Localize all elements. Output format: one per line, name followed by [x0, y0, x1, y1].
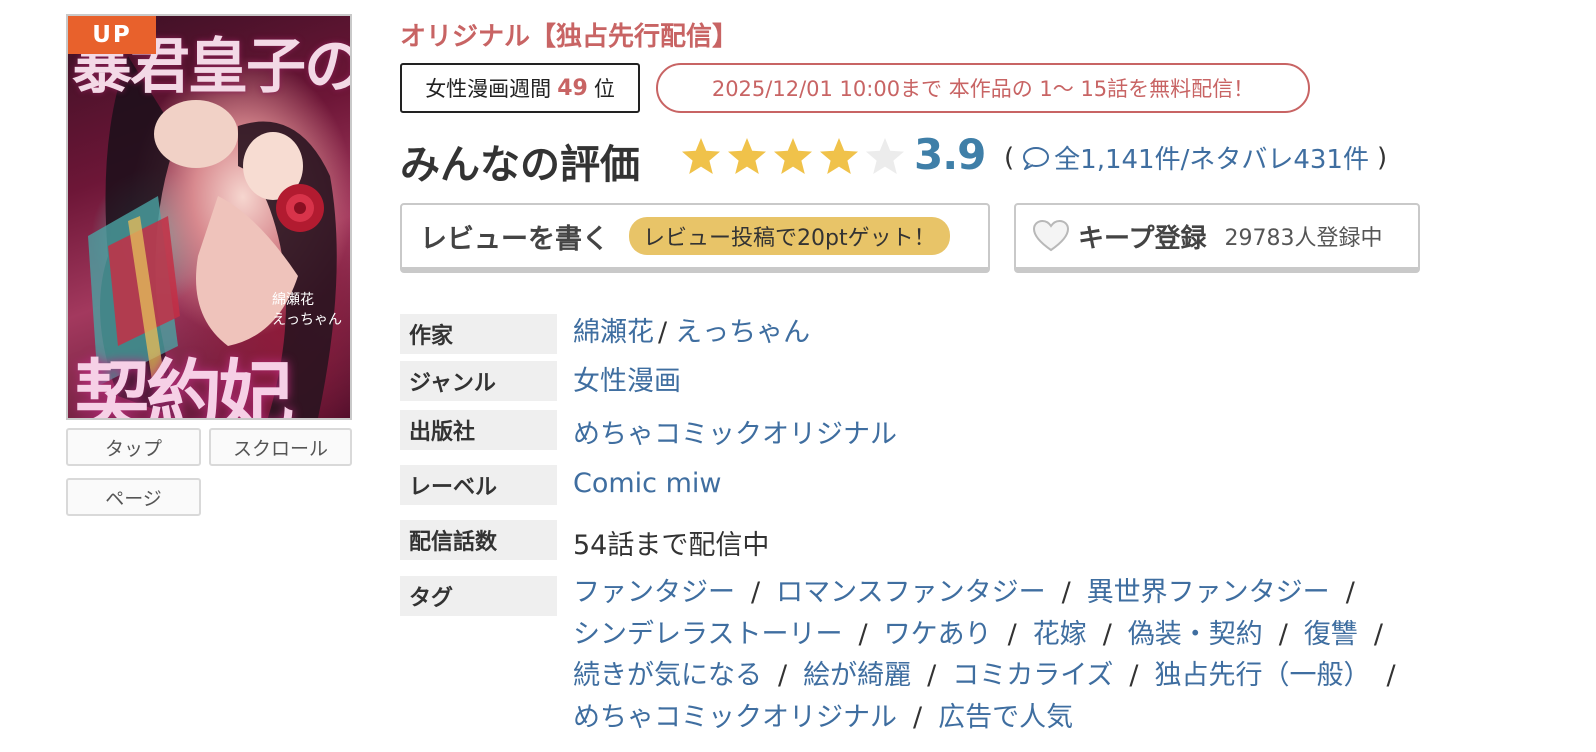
tag-link[interactable]: 独占先行（一般） — [1155, 660, 1371, 691]
rating-stars — [680, 136, 906, 178]
publisher-link[interactable]: めちゃコミックオリジナル — [573, 412, 897, 451]
tag-link[interactable]: ワケあり — [884, 619, 992, 650]
review-close-paren: ) — [1376, 142, 1388, 173]
view-mode-page-button[interactable]: ページ — [66, 478, 201, 516]
review-bonus-badge: レビュー投稿で20ptゲット！ — [629, 217, 950, 255]
view-mode-scroll-button[interactable]: スクロール — [209, 428, 352, 466]
author-link-1[interactable]: 綿瀬花 — [573, 317, 654, 348]
tag-separator: / — [751, 577, 761, 608]
author-row-label: 作家 — [400, 314, 557, 354]
tag-separator: / — [927, 660, 937, 691]
tag-link[interactable]: ロマンスファンタジー — [776, 577, 1045, 608]
tag-separator: / — [1386, 660, 1396, 691]
ranking-prefix: 女性漫画週間 — [425, 77, 552, 101]
tag-line-2: シンデレラストーリー / ワケあり / 花嫁 / 偽装・契約 / 復讐 / — [573, 612, 1399, 651]
publisher-row-label: 出版社 — [400, 410, 557, 450]
tag-link[interactable]: ファンタジー — [573, 577, 735, 608]
view-mode-tap-button[interactable]: タップ — [66, 428, 201, 466]
ranking-number: 49 — [557, 75, 588, 101]
imprint-row-label: レーベル — [400, 465, 557, 505]
imprint-link[interactable]: Comic miw — [573, 468, 722, 499]
cover-authors: 綿瀬花 えっちゃん — [272, 290, 342, 330]
tag-separator: / — [1129, 660, 1139, 691]
tag-link[interactable]: シンデレラストーリー — [573, 619, 842, 650]
tags-row-label: タグ — [400, 576, 557, 616]
tag-separator: / — [1102, 619, 1112, 650]
tag-link[interactable]: 続きが気になる — [573, 660, 762, 691]
keep-label: キープ登録 — [1078, 223, 1207, 254]
genre-link[interactable]: 女性漫画 — [573, 359, 681, 398]
tag-link[interactable]: 花嫁 — [1033, 619, 1087, 650]
tag-separator: / — [858, 619, 868, 650]
star-filled-icon — [774, 138, 812, 174]
ranking-suffix: 位 — [593, 77, 615, 101]
tag-link[interactable]: 広告で人気 — [938, 702, 1073, 733]
tag-line-3: 続きが気になる / 絵が綺麗 / コミカライズ / 独占先行（一般） / — [573, 653, 1412, 692]
episodes-row-label: 配信話数 — [400, 520, 557, 560]
author-separator: / — [658, 317, 668, 348]
author-link-2[interactable]: えっちゃん — [675, 317, 810, 348]
cover-image[interactable]: 暴君皇子の 綿瀬花 えっちゃん 契約妃 UP — [66, 14, 352, 420]
author-row-value: 綿瀬花 / えっちゃん — [573, 310, 810, 349]
tag-line-1: ファンタジー / ロマンスファンタジー / 異世界ファンタジー / — [573, 570, 1371, 609]
ranking-badge[interactable]: 女性漫画週間 49 位 — [400, 63, 640, 113]
cover-title-bottom: 契約妃 — [74, 351, 294, 420]
comment-bubble-icon — [1023, 146, 1050, 170]
cover-author-1: 綿瀬花 — [272, 292, 314, 308]
rating-label: みんなの評価 — [400, 142, 640, 188]
rating-score: 3.9 — [914, 130, 986, 179]
keep-count: 29783人登録中 — [1224, 226, 1383, 251]
tag-line-4: めちゃコミックオリジナル / 広告で人気 — [573, 695, 1073, 734]
tag-link[interactable]: 異世界ファンタジー — [1087, 577, 1330, 608]
star-filled-icon — [728, 138, 766, 174]
star-empty-icon — [866, 138, 904, 174]
tag-link[interactable]: コミカライズ — [952, 660, 1113, 691]
review-count[interactable]: ( 全1,141件/ネタバレ431件 ) — [996, 139, 1395, 176]
cover-author-2: えっちゃん — [272, 312, 342, 328]
star-filled-icon — [820, 138, 858, 174]
write-review-label: レビューを書く — [420, 223, 609, 255]
review-open-paren: ( — [1004, 142, 1015, 173]
tag-link[interactable]: 偽装・契約 — [1128, 619, 1263, 650]
genre-row-label: ジャンル — [400, 361, 557, 401]
tag-link[interactable]: 絵が綺麗 — [803, 660, 911, 691]
tag-separator: / — [1345, 577, 1355, 608]
tag-separator: / — [1278, 619, 1288, 650]
keep-button[interactable]: キープ登録 29783人登録中 — [1014, 203, 1420, 273]
tag-link[interactable]: めちゃコミックオリジナル — [573, 702, 897, 733]
tag-separator: / — [913, 702, 923, 733]
up-badge: UP — [68, 16, 156, 54]
tag-separator: / — [778, 660, 788, 691]
episodes-value: 54話まで配信中 — [573, 530, 770, 561]
star-filled-icon — [682, 138, 720, 174]
tag-separator: / — [1007, 619, 1017, 650]
heart-icon — [1032, 219, 1070, 252]
tag-separator: / — [1061, 577, 1071, 608]
free-episodes-notice: 2025/12/01 10:00まで 本作品の 1〜 15話を無料配信！ — [656, 63, 1310, 113]
review-count-link[interactable]: 全1,141件/ネタバレ431件 — [1054, 139, 1369, 176]
tag-separator: / — [1373, 619, 1384, 650]
write-review-button[interactable]: レビューを書く レビュー投稿で20ptゲット！ — [400, 203, 990, 273]
original-exclusive-label: オリジナル【独占先行配信】 — [400, 22, 739, 52]
tag-link[interactable]: 復讐 — [1304, 619, 1358, 650]
